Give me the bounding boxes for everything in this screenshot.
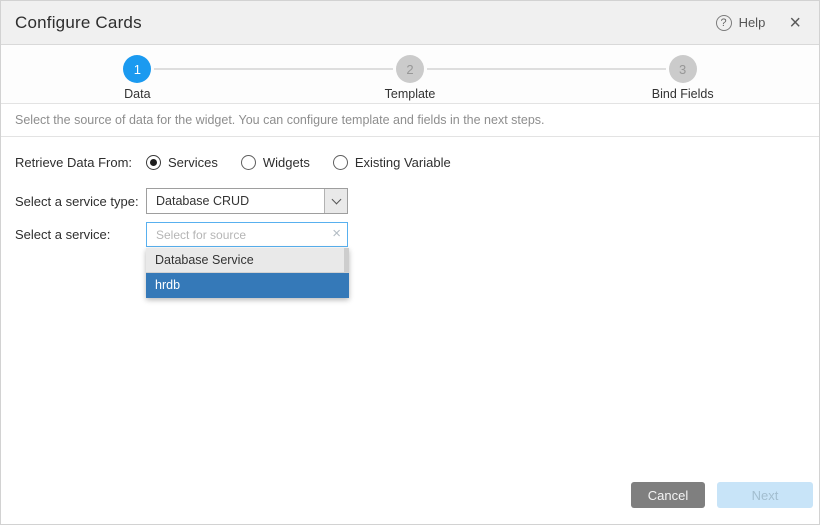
step-template-circle: 2 xyxy=(396,55,424,83)
step-bind-fields[interactable]: 3 Bind Fields xyxy=(546,45,819,103)
dropdown-scrollbar-thumb[interactable] xyxy=(344,248,349,272)
step-bind-fields-label: Bind Fields xyxy=(652,87,714,101)
clear-icon[interactable]: × xyxy=(332,226,341,241)
step-template-label: Template xyxy=(385,87,436,101)
service-type-value: Database CRUD xyxy=(147,189,324,213)
help-button[interactable]: ? Help xyxy=(716,15,766,31)
radio-widgets-control[interactable] xyxy=(241,155,256,170)
step-template[interactable]: 2 Template xyxy=(274,45,547,103)
service-row: Select a service: × Database Service hrd… xyxy=(15,222,819,247)
radio-existing-variable-control[interactable] xyxy=(333,155,348,170)
step-data-circle: 1 xyxy=(123,55,151,83)
help-label: Help xyxy=(739,15,766,30)
service-combobox: × Database Service hrdb xyxy=(146,222,348,247)
radio-widgets[interactable]: Widgets xyxy=(241,155,310,170)
radio-existing-variable[interactable]: Existing Variable xyxy=(333,155,451,170)
dropdown-option-hrdb[interactable]: hrdb xyxy=(146,273,349,298)
radio-widgets-label[interactable]: Widgets xyxy=(263,155,310,170)
service-dropdown-panel: Database Service hrdb xyxy=(146,248,349,298)
retrieve-radio-group: Services Widgets Existing Variable xyxy=(146,155,451,170)
radio-services-control[interactable] xyxy=(146,155,161,170)
service-type-label: Select a service type: xyxy=(15,194,146,209)
step-data-label: Data xyxy=(124,87,150,101)
radio-services-label[interactable]: Services xyxy=(168,155,218,170)
service-search-input[interactable] xyxy=(146,222,348,247)
footer-actions: Cancel Next xyxy=(631,482,813,508)
radio-existing-variable-label[interactable]: Existing Variable xyxy=(355,155,451,170)
step-data[interactable]: 1 Data xyxy=(1,45,274,103)
step-bind-fields-circle: 3 xyxy=(669,55,697,83)
configure-cards-dialog: Configure Cards ? Help × 1 Data 2 Templa… xyxy=(0,0,820,525)
next-button[interactable]: Next xyxy=(717,482,813,508)
cancel-button[interactable]: Cancel xyxy=(631,482,705,508)
titlebar: Configure Cards ? Help × xyxy=(1,1,819,45)
service-type-select[interactable]: Database CRUD xyxy=(146,188,348,214)
retrieve-data-label: Retrieve Data From: xyxy=(15,155,146,170)
instruction-text: Select the source of data for the widget… xyxy=(1,104,819,137)
wizard-stepper: 1 Data 2 Template 3 Bind Fields xyxy=(1,45,819,104)
dropdown-group-header-label: Database Service xyxy=(155,253,254,267)
help-icon: ? xyxy=(716,15,732,31)
dialog-title: Configure Cards xyxy=(15,13,142,33)
service-type-row: Select a service type: Database CRUD xyxy=(15,188,819,214)
retrieve-data-row: Retrieve Data From: Services Widgets Exi… xyxy=(15,155,819,170)
radio-services[interactable]: Services xyxy=(146,155,218,170)
dropdown-group-header: Database Service xyxy=(146,248,349,273)
dropdown-arrow-button[interactable] xyxy=(324,189,347,213)
service-label: Select a service: xyxy=(15,227,146,242)
chevron-down-icon xyxy=(331,195,341,205)
close-icon[interactable]: × xyxy=(789,15,801,31)
form-area: Retrieve Data From: Services Widgets Exi… xyxy=(1,155,819,247)
